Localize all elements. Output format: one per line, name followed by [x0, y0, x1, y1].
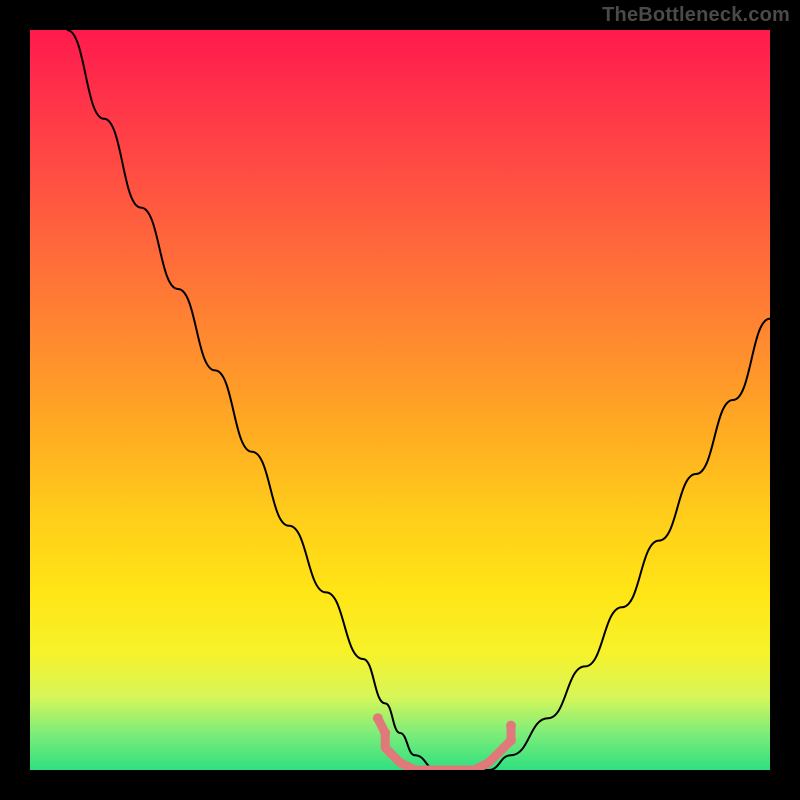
highlight-band-path — [378, 718, 511, 770]
highlight-dot — [380, 728, 390, 738]
highlight-dot — [506, 735, 516, 745]
watermark-text: TheBottleneck.com — [602, 4, 790, 27]
highlight-dot — [506, 721, 516, 731]
curve-path — [67, 30, 770, 770]
chart-frame: TheBottleneck.com — [0, 0, 800, 800]
plot-area — [30, 30, 770, 770]
bottleneck-curve — [30, 30, 770, 770]
highlight-dot — [373, 713, 383, 723]
